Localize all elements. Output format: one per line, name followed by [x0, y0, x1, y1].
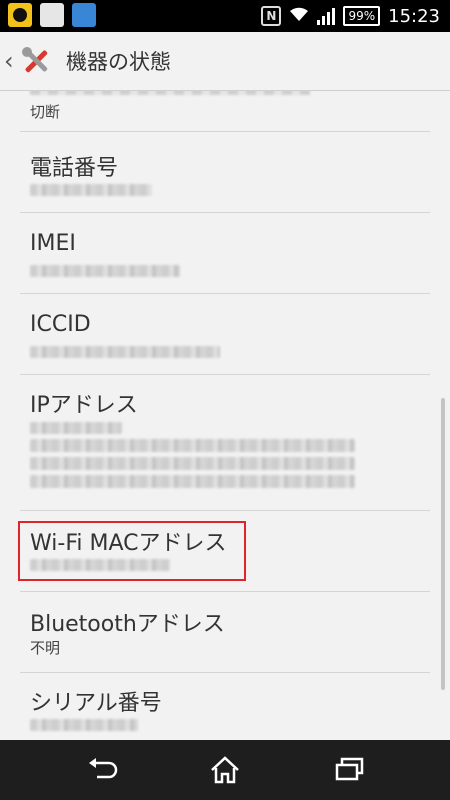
recents-icon: [335, 757, 364, 781]
signal-icon: [317, 7, 336, 25]
home-icon: [211, 756, 239, 784]
clock: 15:23: [388, 5, 440, 27]
ip-address-value-redacted: [30, 457, 355, 470]
partial-row-value: 切断: [30, 103, 61, 121]
app-icon: [72, 3, 96, 27]
recents-button[interactable]: [330, 754, 370, 786]
list-item-bluetooth-address[interactable]: Bluetoothアドレス 不明: [0, 592, 450, 672]
back-caret-icon[interactable]: ‹: [4, 47, 16, 75]
gmail-icon: [40, 3, 64, 27]
imei-value-redacted: [30, 265, 180, 277]
iccid-value-redacted: [30, 346, 220, 358]
list-item-ip-address[interactable]: IPアドレス: [0, 375, 450, 510]
wifi-icon: [289, 5, 309, 28]
list-item-imei[interactable]: IMEI: [0, 213, 450, 293]
battery-indicator: 99%: [343, 6, 381, 26]
page-title: 機器の状態: [66, 50, 171, 74]
ip-address-label: IPアドレス: [30, 393, 138, 418]
notification-icons: [8, 3, 96, 27]
ip-address-value-redacted: [30, 439, 355, 452]
status-list[interactable]: 切断 電話番号 IMEI ICCID IPアドレス Wi-Fi MACアドレス …: [0, 91, 450, 739]
action-bar[interactable]: ‹ 機器の状態: [0, 32, 450, 90]
phone-number-value-redacted: [30, 184, 152, 196]
system-icons: N 99% 15:23: [261, 0, 440, 32]
highlight-box: [18, 521, 246, 581]
home-button[interactable]: [205, 754, 245, 786]
list-item-partial: 切断: [0, 91, 450, 129]
ip-address-value-redacted: [30, 422, 122, 434]
nfc-icon: N: [261, 6, 282, 26]
scrollbar[interactable]: [441, 398, 445, 690]
back-button[interactable]: [82, 754, 122, 786]
iccid-label: ICCID: [30, 312, 91, 337]
ip-address-value-redacted: [30, 475, 355, 488]
list-item-phone-number[interactable]: 電話番号: [0, 132, 450, 212]
bluetooth-address-value: 不明: [30, 639, 61, 657]
phone-number-label: 電話番号: [30, 156, 119, 181]
back-arrow-icon: [89, 758, 118, 779]
status-bar: N 99% 15:23: [0, 0, 450, 32]
serial-number-label: シリアル番号: [30, 691, 162, 716]
navigation-bar: [0, 740, 450, 800]
list-item-iccid[interactable]: ICCID: [0, 294, 450, 374]
bluetooth-address-label: Bluetoothアドレス: [30, 612, 225, 637]
imei-label: IMEI: [30, 231, 76, 256]
settings-tools-icon[interactable]: [20, 45, 52, 77]
notification-icon: [8, 3, 32, 27]
list-item-serial-number[interactable]: シリアル番号: [0, 673, 450, 739]
serial-number-value-redacted: [30, 719, 138, 731]
